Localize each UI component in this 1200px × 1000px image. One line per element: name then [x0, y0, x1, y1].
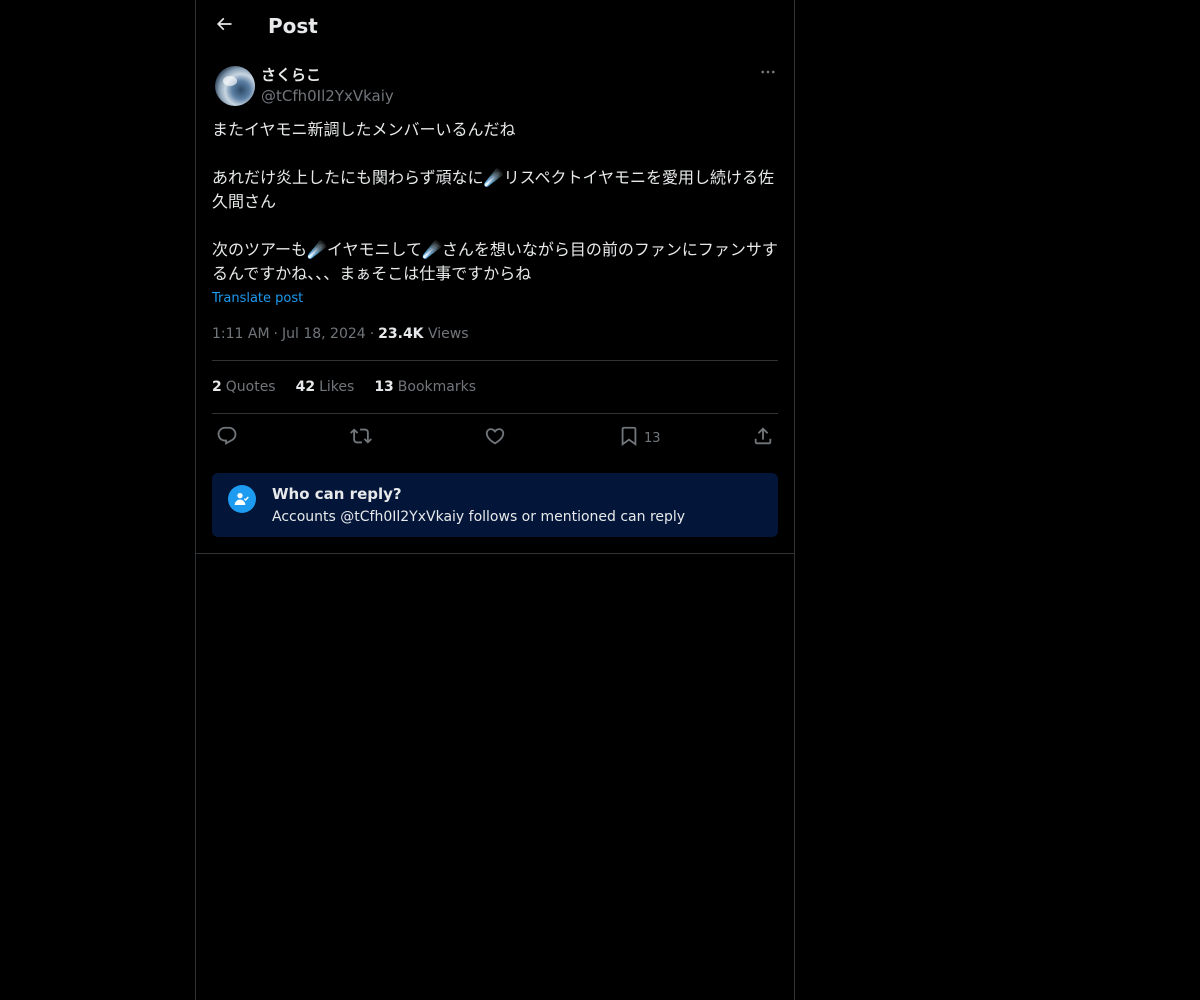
- engagement-stats: 2 Quotes 42 Likes 13 Bookmarks: [212, 377, 476, 397]
- post-metadata: 1:11 AM · Jul 18, 2024 · 23.4K Views: [212, 324, 469, 344]
- post-time[interactable]: 1:11 AM: [212, 326, 270, 342]
- divider: [212, 360, 778, 361]
- quotes-label: Quotes: [225, 379, 276, 395]
- arrow-left-icon: [214, 14, 234, 38]
- back-button[interactable]: [208, 10, 240, 42]
- views-count: 23.4K: [378, 326, 424, 342]
- page-title: Post: [268, 14, 318, 38]
- views-label: Views: [427, 326, 469, 342]
- more-horizontal-icon: [759, 63, 777, 85]
- who-can-reply-box: Who can reply? Accounts @tCfh0Il2YxVkaiy…: [212, 473, 778, 537]
- avatar[interactable]: [215, 66, 255, 106]
- primary-column: Post さくらこ @tCfh0Il2YxVkaiy またイヤモニ新調したメンバ…: [195, 0, 795, 1000]
- author-display-name[interactable]: さくらこ: [261, 65, 321, 85]
- likes-count: 42: [295, 379, 316, 395]
- likes-label: Likes: [319, 379, 355, 395]
- divider: [196, 553, 794, 554]
- separator-dot: ·: [273, 326, 278, 342]
- bookmarks-stat[interactable]: 13 Bookmarks: [374, 377, 476, 397]
- bookmark-count: 13: [644, 430, 661, 446]
- bookmarks-count: 13: [374, 379, 394, 395]
- like-button[interactable]: [484, 424, 506, 452]
- translate-post-link[interactable]: Translate post: [212, 290, 303, 308]
- likes-stat[interactable]: 42 Likes: [296, 377, 355, 397]
- separator-dot: ·: [369, 326, 375, 342]
- user-check-icon: [228, 485, 256, 513]
- quotes-count: 2: [212, 379, 222, 395]
- post-text: またイヤモニ新調したメンバーいるんだね あれだけ炎上したにも関わらず頑なに☄️リ…: [212, 120, 778, 283]
- divider: [212, 413, 778, 414]
- post-header: Post: [196, 0, 794, 53]
- more-options-button[interactable]: [758, 64, 778, 84]
- repost-icon: [350, 425, 372, 451]
- bookmark-button[interactable]: 13: [618, 424, 661, 452]
- reply-icon: [216, 425, 238, 451]
- share-button[interactable]: [752, 424, 774, 452]
- author-handle[interactable]: @tCfh0Il2YxVkaiy: [261, 86, 394, 106]
- who-can-reply-title: Who can reply?: [272, 485, 402, 503]
- bookmark-icon: [618, 425, 640, 451]
- repost-button[interactable]: [350, 424, 372, 452]
- reply-button[interactable]: [216, 424, 238, 452]
- share-icon: [752, 425, 774, 451]
- post-date[interactable]: Jul 18, 2024: [282, 326, 366, 342]
- bookmarks-label: Bookmarks: [397, 379, 477, 395]
- quotes-stat[interactable]: 2 Quotes: [212, 377, 276, 397]
- heart-icon: [484, 425, 506, 451]
- action-bar: 13: [212, 424, 778, 452]
- who-can-reply-description: Accounts @tCfh0Il2YxVkaiy follows or men…: [272, 509, 686, 525]
